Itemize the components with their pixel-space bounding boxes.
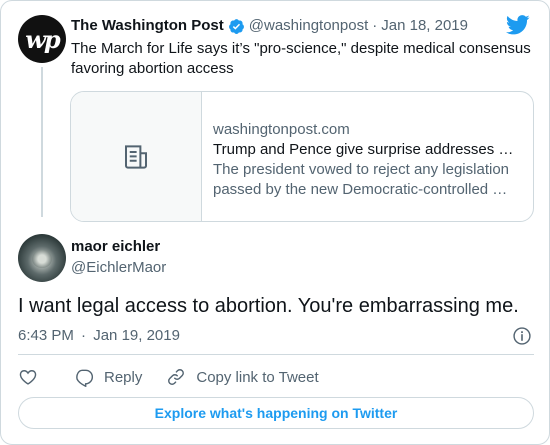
maor-eichler-avatar[interactable] (18, 234, 66, 282)
reply-label: Reply (104, 368, 143, 386)
explore-twitter-button[interactable]: Explore what's happening on Twitter (18, 397, 534, 429)
card-description: The president vowed to reject any legisl… (213, 160, 518, 200)
main-author-name[interactable]: maor eichler (71, 237, 160, 257)
twitter-bird-icon[interactable] (506, 15, 530, 35)
card-description-line: The president vowed to reject any legisl… (213, 161, 510, 178)
copy-link-button[interactable]: Copy link to Tweet (166, 367, 319, 387)
reply-icon (76, 369, 94, 387)
link-icon (168, 369, 185, 385)
tweet-time[interactable]: 6:43 PM (18, 327, 74, 344)
thread-connector-line (41, 67, 43, 217)
parent-tweet-text: The March for Life says it’s "pro-scienc… (71, 40, 531, 77)
actions-divider (18, 354, 534, 355)
info-icon[interactable] (512, 326, 532, 346)
washington-post-avatar[interactable]: wp (18, 15, 66, 63)
link-preview-card[interactable]: washingtonpost.com Trump and Pence give … (70, 91, 534, 222)
card-title: Trump and Pence give surprise addresses … (213, 141, 514, 158)
parent-tweet-date[interactable]: Jan 18, 2019 (381, 16, 468, 36)
article-icon (125, 144, 147, 169)
main-tweet-text: I want legal access to abortion. You're … (18, 295, 519, 317)
heart-icon (19, 370, 37, 385)
embedded-tweet: wp The Washington Post @washingtonpost ·… (0, 0, 550, 445)
verified-badge-icon (228, 18, 244, 34)
parent-tweet-header: The Washington Post @washingtonpost · Ja… (71, 16, 468, 36)
card-body: washingtonpost.com Trump and Pence give … (213, 120, 518, 200)
main-author-handle[interactable]: @EichlerMaor (71, 258, 166, 278)
parent-author-handle[interactable]: @washingtonpost (249, 16, 368, 36)
like-button[interactable] (18, 367, 38, 387)
tweet-date[interactable]: Jan 19, 2019 (93, 327, 180, 344)
copy-link-label: Copy link to Tweet (196, 368, 319, 386)
separator-dot: · (81, 327, 87, 344)
parent-author-name[interactable]: The Washington Post (71, 16, 224, 36)
reply-button[interactable]: Reply (74, 367, 142, 387)
separator-dot: · (372, 17, 378, 34)
card-domain: washingtonpost.com (213, 121, 350, 138)
tweet-actions: Reply Copy link to Tweet (18, 366, 319, 388)
card-description-line: passed by the new Democratic-controlled … (213, 181, 508, 198)
tweet-timestamp[interactable]: 6:43 PM · Jan 19, 2019 (18, 326, 180, 346)
card-thumbnail (71, 92, 202, 221)
